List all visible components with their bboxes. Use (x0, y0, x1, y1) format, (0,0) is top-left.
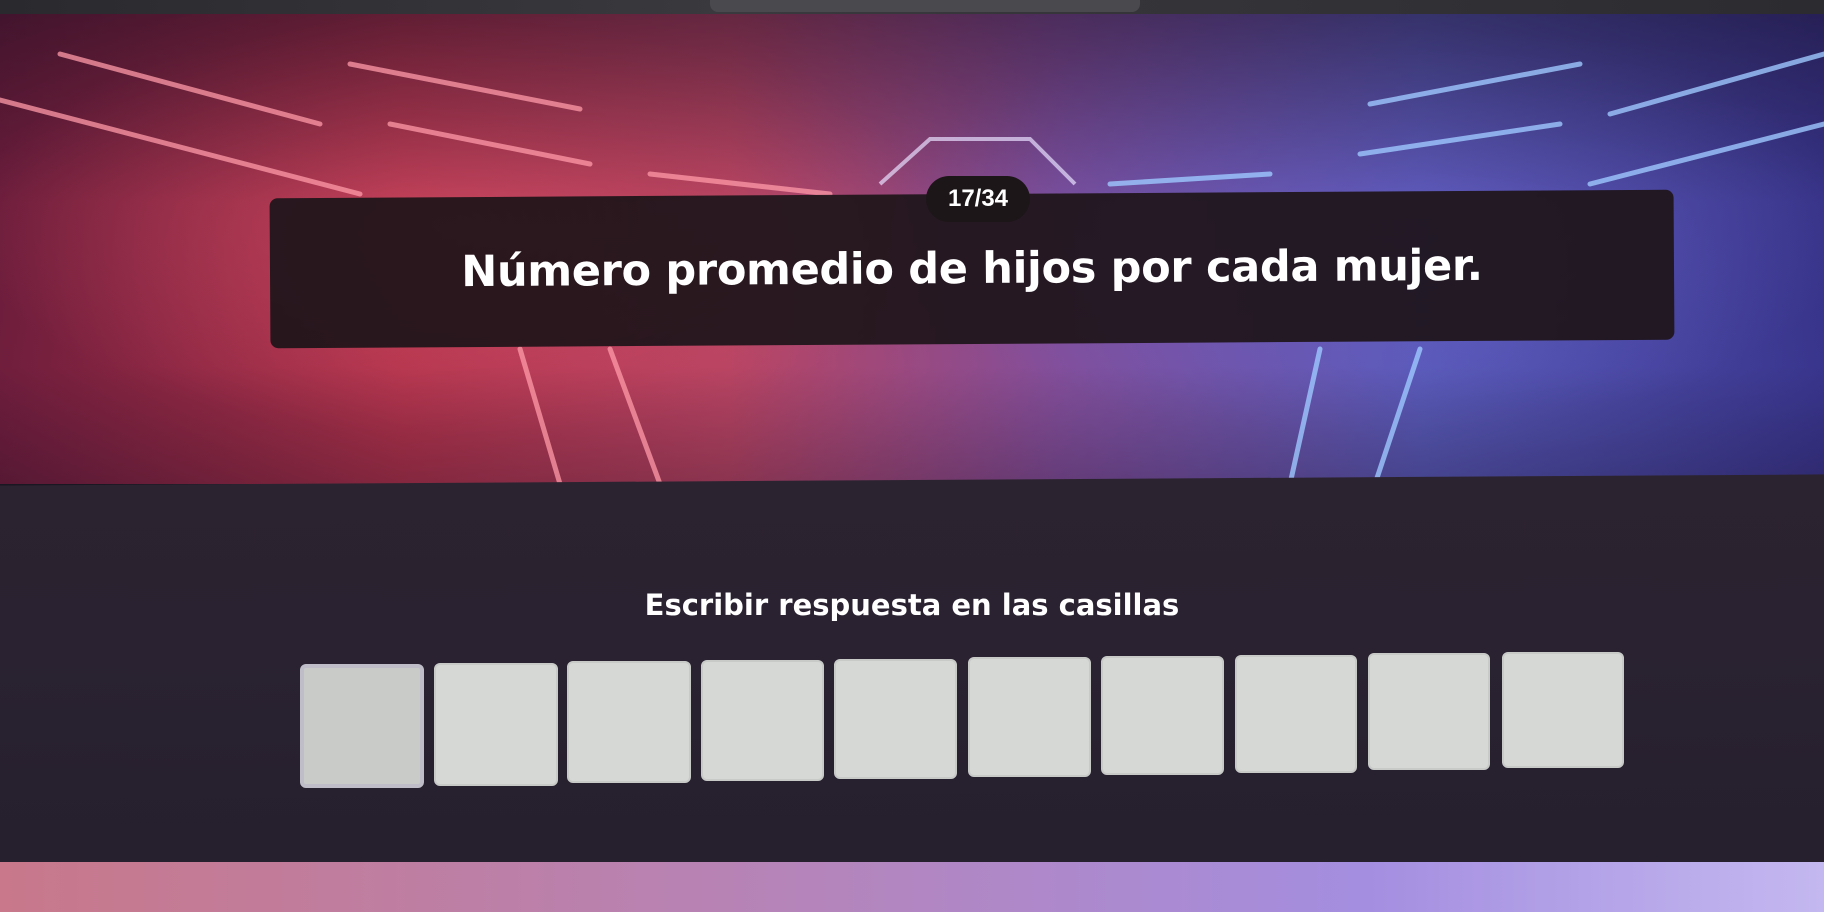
answer-box[interactable] (1235, 655, 1357, 773)
top-bar (0, 0, 1824, 14)
answer-box[interactable] (1101, 656, 1224, 775)
question-text: Número promedio de hijos por cada mujer. (461, 240, 1483, 298)
answer-boxes (300, 650, 1645, 790)
answer-box[interactable] (1502, 652, 1624, 768)
answer-box[interactable] (567, 661, 691, 783)
bottom-strip (0, 862, 1824, 912)
question-counter: 17/34 (926, 176, 1030, 222)
quiz-screen: Número promedio de hijos por cada mujer.… (0, 0, 1824, 912)
answer-instruction: Escribir respuesta en las casillas (644, 588, 1180, 622)
answer-box[interactable] (1368, 653, 1490, 770)
answer-box[interactable] (701, 660, 824, 781)
answer-box[interactable] (300, 664, 424, 788)
top-handle (710, 0, 1140, 12)
answer-box[interactable] (434, 663, 558, 786)
answer-box[interactable] (968, 657, 1091, 777)
answer-box[interactable] (834, 659, 957, 779)
